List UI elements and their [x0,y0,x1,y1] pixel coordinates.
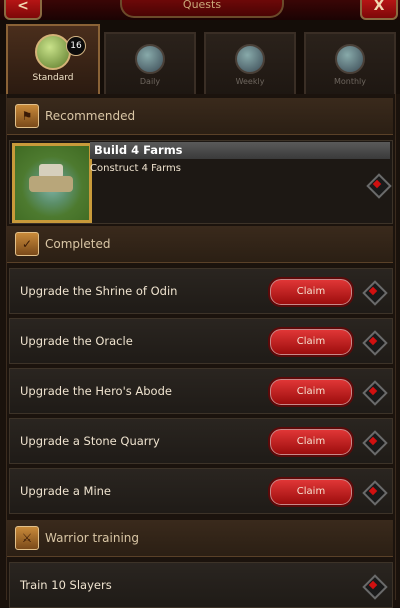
quest-label: Upgrade the Shrine of Odin [20,284,178,298]
farm-thumbnail [12,143,92,223]
featured-quest[interactable]: Build 4 Farms Construct 4 Farms [9,140,393,224]
back-label: < [17,0,29,14]
list-item[interactable]: Upgrade a Stone Quarry Claim [9,418,393,464]
tab-weekly-label: Weekly [235,77,265,86]
list-item[interactable]: Upgrade a Mine Claim [9,468,393,514]
claim-button[interactable]: Claim [268,477,354,507]
section-title: Recommended [45,109,136,123]
tab-daily[interactable]: Daily [104,32,196,94]
page-title: Quests [120,0,284,18]
tab-monthly-label: Monthly [333,77,367,86]
section-warrior-training: ⚔ Warrior training [7,520,393,557]
scroll-icon [335,44,365,74]
list-item[interactable]: Train 10 Slayers [9,562,393,608]
claim-button[interactable]: Claim [268,377,354,407]
go-to-icon[interactable] [366,173,392,199]
tab-bar: 16 Standard Daily Weekly Monthly [0,20,400,96]
checkmark-icon: ✓ [15,232,39,256]
close-label: X [373,0,385,14]
go-to-icon[interactable] [362,380,388,406]
section-title: Warrior training [45,531,140,545]
quest-label: Train 10 Slayers [20,578,112,592]
tab-monthly[interactable]: Monthly [304,32,396,94]
featured-quest-description: Construct 4 Farms [90,163,182,174]
quest-list: ⚑ Recommended Build 4 Farms Construct 4 … [6,94,396,608]
go-to-icon[interactable] [362,480,388,506]
scroll-icon [135,44,165,74]
tab-standard-label: Standard [32,73,74,83]
claim-button[interactable]: Claim [268,427,354,457]
claim-button[interactable]: Claim [268,327,354,357]
list-item[interactable]: Upgrade the Shrine of Odin Claim [9,268,393,314]
list-item[interactable]: Upgrade the Oracle Claim [9,318,393,364]
quest-label: Upgrade the Oracle [20,334,133,348]
scroll-icon [235,44,265,74]
recommended-icon: ⚑ [15,104,39,128]
tab-weekly[interactable]: Weekly [204,32,296,94]
quest-label: Upgrade a Mine [20,484,112,498]
section-completed: ✓ Completed [7,226,393,263]
go-to-icon[interactable] [362,330,388,356]
scroll-icon [35,34,71,70]
claim-button[interactable]: Claim [268,277,354,307]
featured-quest-title: Build 4 Farms [90,142,390,159]
tab-standard[interactable]: 16 Standard [6,24,100,96]
tab-daily-label: Daily [139,77,161,86]
top-bar: < Quests X [0,0,400,22]
go-to-icon[interactable] [362,574,388,600]
quest-label: Upgrade a Stone Quarry [20,434,160,448]
section-title: Completed [45,237,111,251]
crossed-swords-icon: ⚔ [15,526,39,550]
list-item[interactable]: Upgrade the Hero's Abode Claim [9,368,393,414]
quest-label: Upgrade the Hero's Abode [20,384,172,398]
go-to-icon[interactable] [362,280,388,306]
back-button[interactable]: < [4,0,42,20]
quest-count-badge: 16 [66,36,86,56]
section-recommended: ⚑ Recommended [7,98,393,135]
close-button[interactable]: X [360,0,398,20]
go-to-icon[interactable] [362,430,388,456]
